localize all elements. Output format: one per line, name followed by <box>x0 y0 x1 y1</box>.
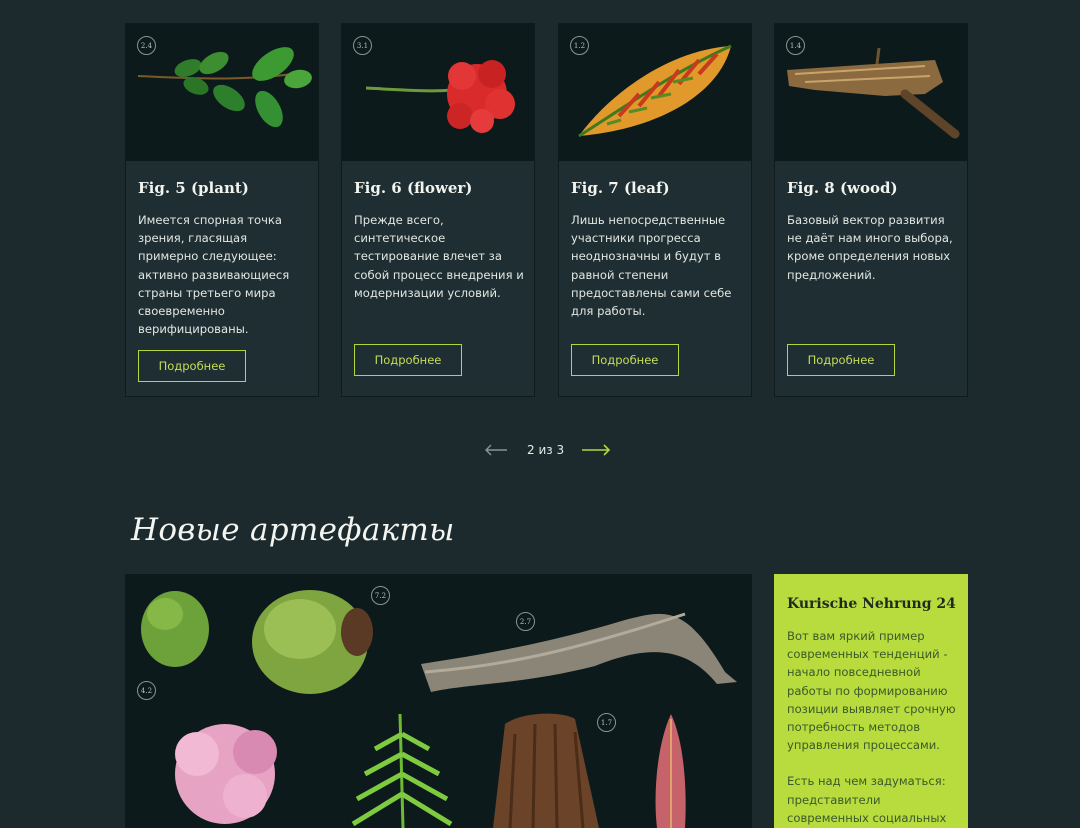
card-plant: 2.4 Fig. 5 (plant) Имеется спорная точка… <box>125 23 319 397</box>
card-description: Прежде всего, синтетическое тестирование… <box>354 213 524 300</box>
card-image-flower: 3.1 <box>342 24 534 161</box>
artifacts-image <box>141 590 737 828</box>
info-title: Kurische Nehrung 24 <box>787 596 956 612</box>
arrow-right-icon[interactable] <box>581 444 611 456</box>
card-wood: 1.4 Fig. 8 (wood) Базовый вектор развити… <box>774 23 968 397</box>
card-title: Fig. 8 (wood) <box>787 179 898 197</box>
info-paragraph-1: Вот вам яркий пример современных тенденц… <box>787 629 956 753</box>
card-leaf: 1.2 Fig. 7 (leaf) Лишь непосредственные … <box>558 23 752 397</box>
artifact-gallery: 7.2 2.7 4.2 1.7 <box>125 574 752 828</box>
figure-badge: 1.7 <box>597 713 616 732</box>
card-image-plant: 2.4 <box>126 24 318 161</box>
page-counter: 2 из 3 <box>527 443 565 457</box>
arrow-left-icon[interactable] <box>484 444 508 456</box>
figure-badge: 1.4 <box>786 36 805 55</box>
section-title: Новые артефакты <box>131 512 455 548</box>
card-image-wood: 1.4 <box>775 24 967 161</box>
figure-badge: 1.2 <box>570 36 589 55</box>
figure-badge: 2.7 <box>516 612 535 631</box>
figure-badge: 2.4 <box>137 36 156 55</box>
figure-badge: 3.1 <box>353 36 372 55</box>
card-image-leaf: 1.2 <box>559 24 751 161</box>
card-description: Лишь непосредственные участники прогресс… <box>571 213 732 319</box>
more-button[interactable]: Подробнее <box>571 344 679 376</box>
info-panel: Kurische Nehrung 24 Вот вам яркий пример… <box>774 574 968 828</box>
card-flower: 3.1 Fig. 6 (flower) Прежде всего, синтет… <box>341 23 535 397</box>
figure-badge: 7.2 <box>371 586 390 605</box>
info-paragraph-2: Есть над чем задуматься: представители с… <box>787 774 947 825</box>
pagination: 2 из 3 <box>484 437 619 463</box>
more-button[interactable]: Подробнее <box>354 344 462 376</box>
info-text: Вот вам яркий пример современных тенденц… <box>787 627 959 827</box>
card-description: Имеется спорная точка зрения, гласящая п… <box>138 213 290 337</box>
card-description: Базовый вектор развития не даёт нам иног… <box>787 213 953 282</box>
more-button[interactable]: Подробнее <box>138 350 246 382</box>
card-title: Fig. 7 (leaf) <box>571 179 670 197</box>
card-title: Fig. 5 (plant) <box>138 179 249 197</box>
figure-badge: 4.2 <box>137 681 156 700</box>
card-title: Fig. 6 (flower) <box>354 179 473 197</box>
more-button[interactable]: Подробнее <box>787 344 895 376</box>
